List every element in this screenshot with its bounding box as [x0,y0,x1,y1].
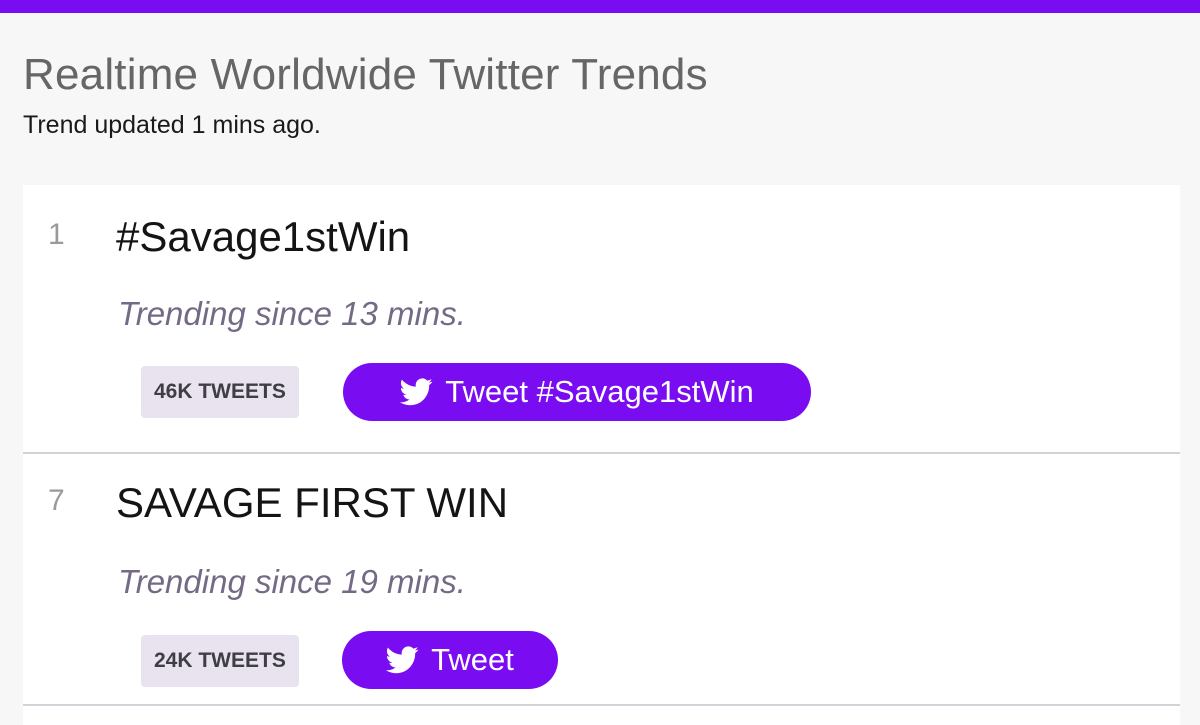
twitter-bird-icon [386,646,419,674]
twitter-bird-icon [400,378,433,406]
trend-rank: 1 [48,218,65,251]
tweet-trend-button[interactable]: Tweet [342,631,558,689]
trend-rank: 7 [48,484,65,517]
trend-card: 7 SAVAGE FIRST WIN Trending since 19 min… [23,454,1180,706]
trend-name[interactable]: #Savage1stWin [116,213,410,261]
tweet-trend-button[interactable]: Tweet #Savage1stWin [343,363,811,421]
update-status: Trend updated 1 mins ago. [23,111,321,139]
top-accent-bar [0,0,1200,13]
trending-since: Trending since 19 mins. [118,563,466,600]
tweet-count-badge: 24K TWEETS [141,635,299,687]
trending-since: Trending since 13 mins. [118,295,466,332]
trend-card: 1 #Savage1stWin Trending since 13 mins. … [23,185,1180,454]
trend-card-partial [23,706,1180,725]
tweet-button-label: Tweet #Savage1stWin [445,374,754,409]
page-title: Realtime Worldwide Twitter Trends [23,50,708,99]
trend-name[interactable]: SAVAGE FIRST WIN [116,479,508,527]
tweet-count-badge: 46K TWEETS [141,366,299,418]
trend-list: 1 #Savage1stWin Trending since 13 mins. … [23,185,1180,725]
tweet-button-label: Tweet [431,642,514,677]
